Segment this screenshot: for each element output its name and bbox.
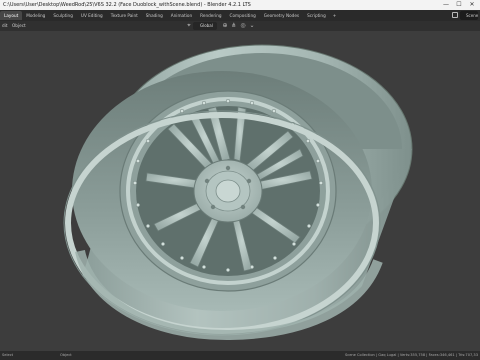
minimize-button[interactable]: — [440,0,452,10]
status-bar: Select Object Scene Collection | Gaq Lug… [0,351,480,360]
orientation-icon[interactable]: ⌖ [186,23,192,29]
tab-animation[interactable]: Animation [167,11,196,20]
proportional-icon[interactable]: ◎ [240,23,246,29]
edit-menu[interactable]: dit [2,21,7,31]
maximize-button[interactable]: ☐ [453,0,465,10]
tab-layout[interactable]: Layout [0,11,23,20]
chevron-down-icon[interactable]: ⌄ [249,23,255,29]
scene-icon[interactable] [452,12,458,18]
tab-texture-paint[interactable]: Texture Paint [107,11,142,20]
tab-rendering[interactable]: Rendering [196,11,225,20]
scene-selector[interactable]: Scene [460,11,478,20]
tab-modeling[interactable]: Modeling [22,11,49,20]
close-button[interactable]: ✕ [466,0,478,10]
status-select-hint: Select [2,353,14,357]
wheel-render [63,44,413,341]
add-workspace-button[interactable]: + [330,13,340,18]
tab-shading[interactable]: Shading [142,11,167,20]
tab-scripting[interactable]: Scripting [303,11,330,20]
viewport-header: dit Object ⌖ Global ⊕ ⋔ ◎ ⌄ [0,21,480,31]
object-menu[interactable]: Object [12,21,26,31]
window-title: C:\Users\User\Desktop\WeedRod\25\V6S 32.… [3,2,251,8]
title-bar: C:\Users\User\Desktop\WeedRod\25\V6S 32.… [0,0,480,10]
workspace-tab-bar: Layout Modeling Sculpting UV Editing Tex… [0,10,480,21]
tab-geometry-nodes[interactable]: Geometry Nodes [260,11,303,20]
snap-icon[interactable]: ⋔ [231,23,237,29]
workspace-tabs: Layout Modeling Sculpting UV Editing Tex… [0,10,339,21]
wheel-face [119,90,337,292]
scene-statistics: Scene Collection | Gaq Lugal | Verts:355… [344,353,478,357]
pivot-icon[interactable]: ⊕ [222,23,228,29]
tab-sculpting[interactable]: Sculpting [49,11,77,20]
tab-uv-editing[interactable]: UV Editing [77,11,107,20]
status-object-hint: Object [60,353,72,357]
tab-compositing[interactable]: Compositing [226,11,260,20]
transform-orientation-dropdown[interactable]: Global [193,22,217,30]
3d-viewport[interactable] [0,31,480,351]
